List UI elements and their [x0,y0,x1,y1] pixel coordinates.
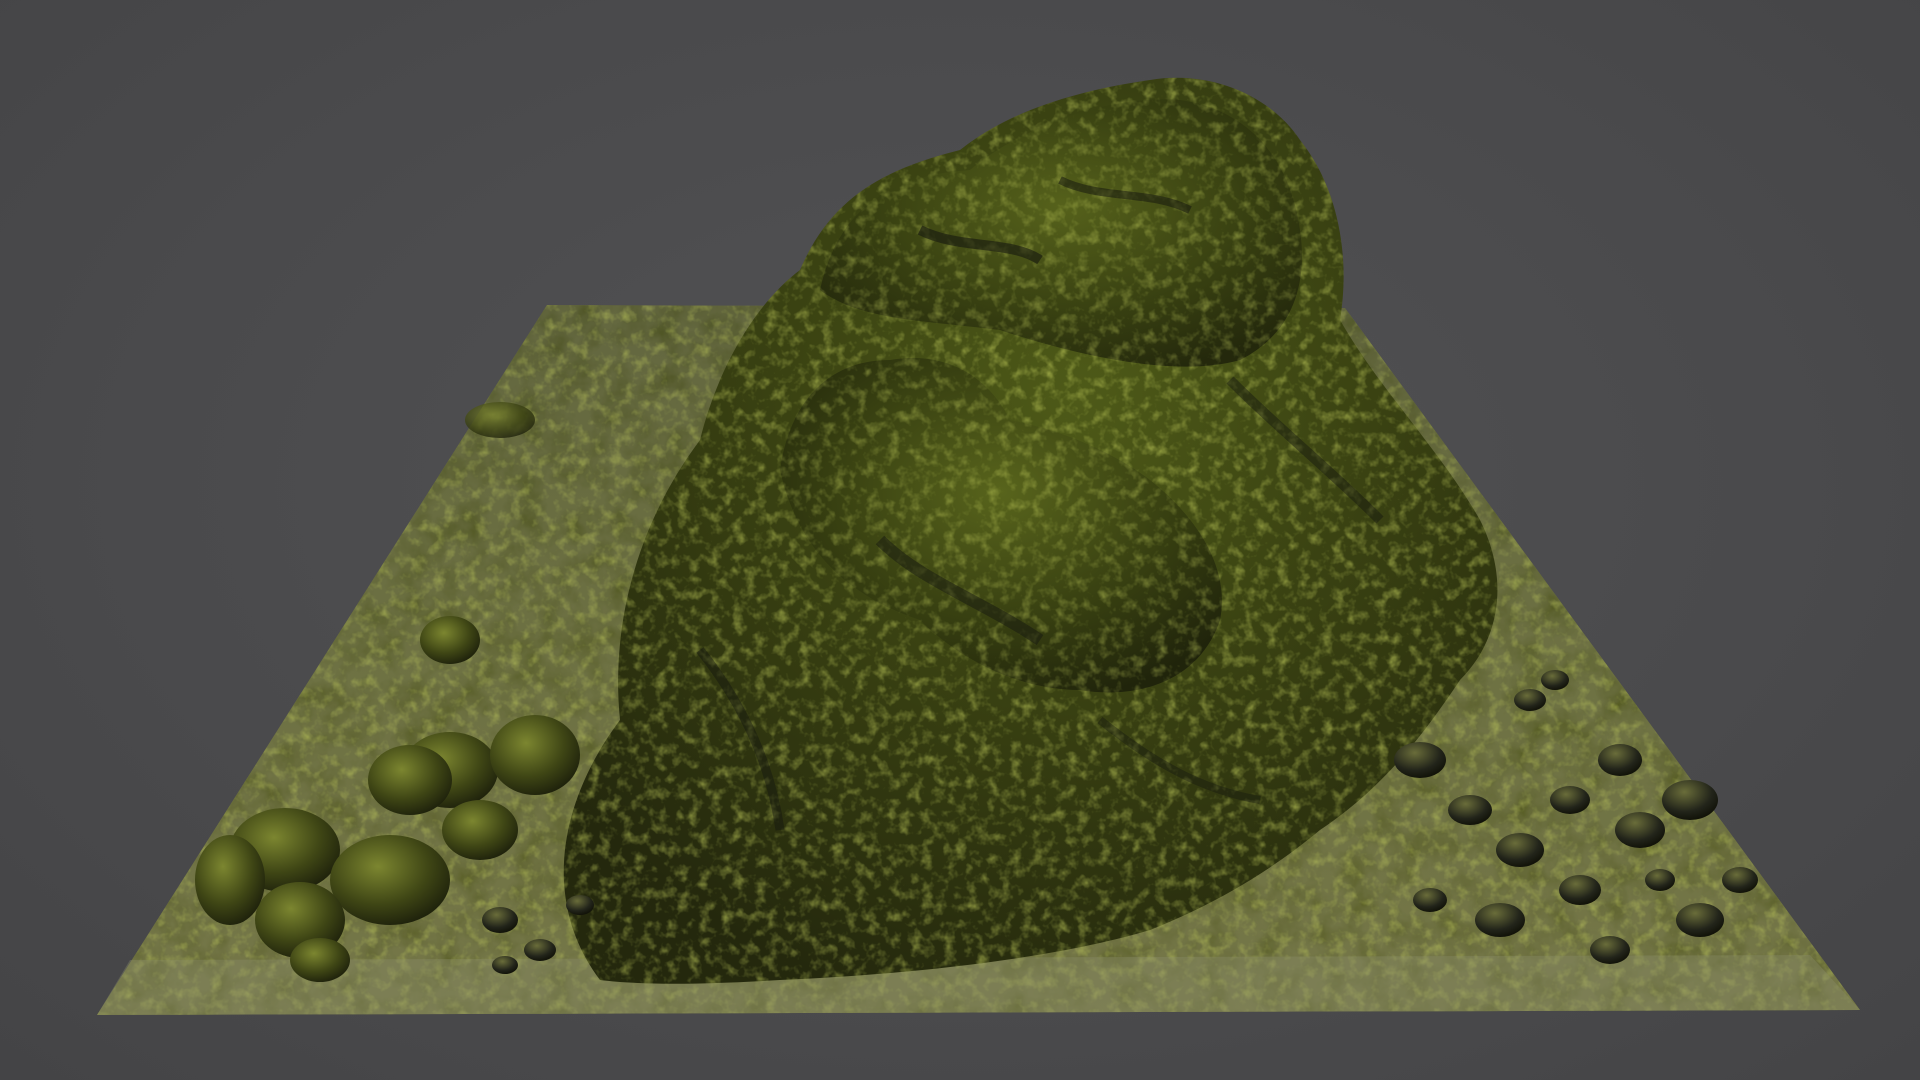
terrain-render [97,77,1860,1015]
3d-viewport[interactable] [0,0,1920,1080]
